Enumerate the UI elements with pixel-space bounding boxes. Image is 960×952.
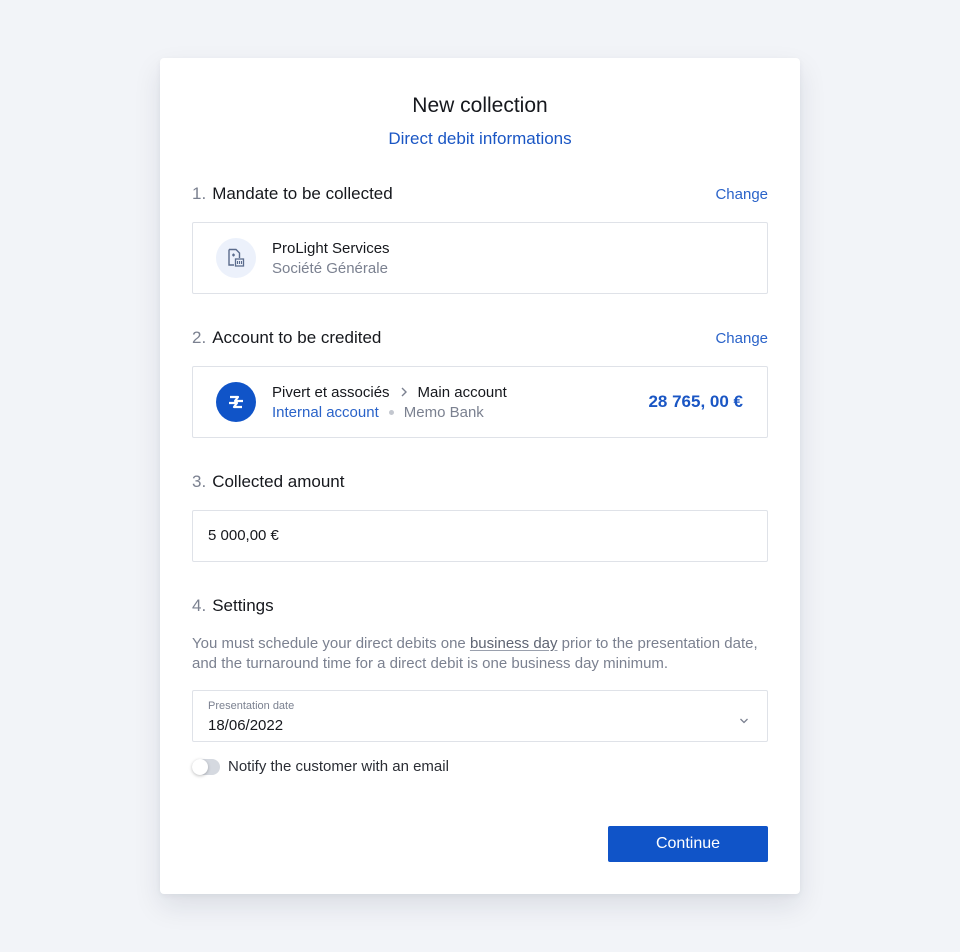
- section-number: 4.: [192, 596, 207, 615]
- continue-button[interactable]: Continue: [608, 826, 768, 862]
- account-name: Main account: [417, 384, 507, 401]
- mandate-name: ProLight Services: [272, 240, 390, 257]
- presentation-date-value: 18/06/2022: [208, 717, 284, 734]
- account-bank: Memo Bank: [403, 404, 484, 421]
- account-company: Pivert et associés: [272, 384, 390, 401]
- account-avatar: [216, 382, 256, 422]
- account-type: Internal account: [272, 404, 379, 421]
- section-title: Settings: [212, 596, 274, 615]
- amount-value: 5 000,00 €: [208, 527, 279, 544]
- notify-toggle[interactable]: [192, 758, 220, 775]
- new-collection-modal: New collection Direct debit informations…: [160, 58, 800, 894]
- section-title: Collected amount: [212, 472, 345, 491]
- business-day-link[interactable]: business day: [470, 635, 558, 652]
- mandate-section-title: 1. Mandate to be collected: [192, 184, 393, 204]
- mandate-bank: Société Générale: [272, 260, 388, 277]
- change-mandate-link[interactable]: Change: [715, 186, 768, 203]
- separator-dot: [388, 410, 394, 415]
- settings-section-title: 4. Settings: [192, 596, 274, 616]
- section-title: Account to be credited: [212, 328, 382, 347]
- document-bank-icon: [228, 248, 245, 267]
- settings-description: You must schedule your direct debits one…: [192, 634, 772, 674]
- mandate-avatar: [216, 238, 256, 278]
- presentation-date-select[interactable]: Presentation date 18/06/2022: [192, 690, 768, 742]
- presentation-date-label: Presentation date: [208, 700, 295, 712]
- mandate-card[interactable]: ProLight Services Société Générale: [192, 222, 768, 294]
- account-section-title: 2. Account to be credited: [192, 328, 381, 348]
- section-title: Mandate to be collected: [212, 184, 393, 203]
- amount-section-header: 3. Collected amount: [192, 470, 768, 494]
- change-account-link[interactable]: Change: [715, 330, 768, 347]
- mandate-section-header: 1. Mandate to be collected Change: [192, 182, 768, 206]
- account-card[interactable]: Pivert et associés Main account Internal…: [192, 366, 768, 438]
- modal-subtitle: Direct debit informations: [388, 129, 572, 148]
- section-number: 2.: [192, 328, 207, 347]
- amount-section-title: 3. Collected amount: [192, 472, 345, 492]
- amount-input[interactable]: 5 000,00 €: [192, 510, 768, 562]
- memo-bank-logo-icon: [229, 395, 243, 409]
- notify-row: Notify the customer with an email: [192, 758, 449, 775]
- settings-section-header: 4. Settings: [192, 594, 768, 618]
- account-balance: 28 765, 00 €: [648, 392, 743, 411]
- section-number: 3.: [192, 472, 207, 491]
- chevron-right-icon: [400, 384, 408, 401]
- modal-title: New collection: [412, 94, 548, 117]
- notify-label: Notify the customer with an email: [228, 758, 449, 775]
- toggle-knob: [192, 758, 208, 775]
- account-section-header: 2. Account to be credited Change: [192, 326, 768, 350]
- description-text: You must schedule your direct debits one: [192, 635, 470, 652]
- section-number: 1.: [192, 184, 207, 203]
- chevron-down-icon: [739, 712, 749, 730]
